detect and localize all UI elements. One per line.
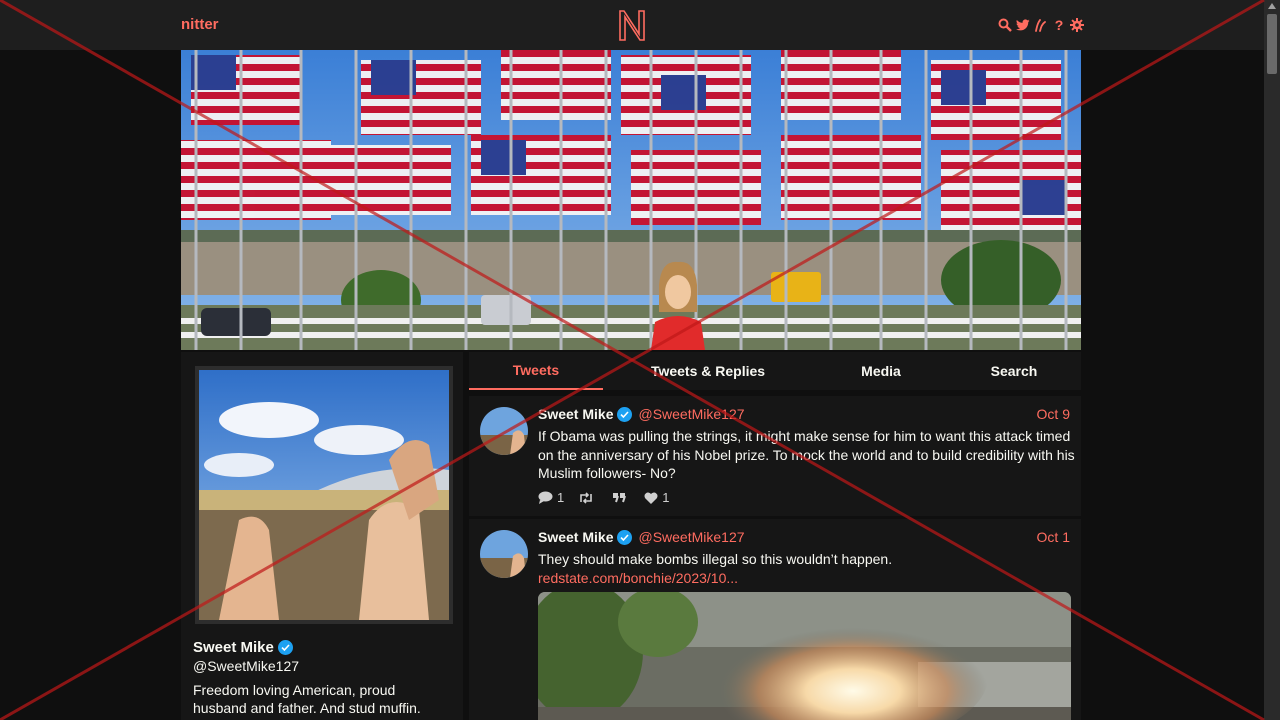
gear-icon[interactable]	[1070, 18, 1084, 32]
rss-icon[interactable]	[1034, 18, 1048, 32]
retweet-icon	[580, 491, 593, 504]
verified-icon	[617, 529, 633, 545]
tab-media[interactable]: Media	[841, 352, 921, 390]
like-stat[interactable]: 1	[644, 490, 669, 505]
scroll-thumb[interactable]	[1267, 14, 1277, 74]
nav-icons: ?	[998, 17, 1084, 33]
tweet-text-content: They should make bombs illegal so this w…	[538, 551, 893, 567]
tweet-author-handle[interactable]: @SweetMike127	[638, 529, 744, 545]
nitter-logo-icon[interactable]	[617, 8, 647, 42]
tweet-author-name[interactable]: Sweet Mike	[538, 406, 613, 422]
heart-icon	[644, 492, 658, 504]
tweet-date[interactable]: Oct 1	[1037, 529, 1070, 545]
tweet-item[interactable]: Sweet Mike @SweetMike127 Oct 9 If Obama …	[469, 396, 1081, 516]
tweet-author-handle[interactable]: @SweetMike127	[638, 406, 744, 422]
help-icon[interactable]: ?	[1052, 17, 1066, 33]
page-scrollbar[interactable]	[1264, 0, 1280, 720]
comment-icon	[538, 491, 553, 504]
verified-icon	[277, 640, 293, 655]
tweet-avatar[interactable]	[480, 530, 528, 578]
tweet-text: If Obama was pulling the strings, it mig…	[538, 428, 1075, 481]
profile-card: Sweet Mike @SweetMike127 Freedom loving …	[181, 352, 463, 720]
reply-stat[interactable]: 1	[538, 490, 564, 505]
tab-search[interactable]: Search	[974, 352, 1054, 390]
tweet-stats: 1 1	[538, 490, 669, 505]
retweet-stat[interactable]	[578, 491, 598, 504]
nitter-home-link[interactable]: nitter	[181, 16, 219, 33]
twitter-icon[interactable]	[1016, 18, 1030, 32]
quote-icon	[613, 493, 627, 503]
search-icon[interactable]	[998, 18, 1012, 32]
tweet-author-name[interactable]: Sweet Mike	[538, 529, 613, 545]
quote-stat[interactable]	[612, 492, 630, 503]
tab-tweets[interactable]: Tweets	[469, 352, 603, 390]
verified-icon	[617, 406, 633, 422]
profile-banner[interactable]	[181, 50, 1081, 350]
tweet-link[interactable]: redstate.com/bonchie/2023/10...	[538, 570, 738, 586]
tweet-video-thumbnail[interactable]	[538, 592, 1071, 720]
tweet-header: Sweet Mike @SweetMike127 Oct 1	[538, 528, 1070, 546]
timeline-tabs: Tweets Tweets & Replies Media Search	[469, 352, 1081, 390]
tweet-avatar[interactable]	[480, 407, 528, 455]
tweet-header: Sweet Mike @SweetMike127 Oct 9	[538, 405, 1070, 423]
profile-name-text: Sweet Mike	[193, 639, 274, 656]
tweet-date[interactable]: Oct 9	[1037, 406, 1070, 422]
profile-bio: Freedom loving American, proud husband a…	[193, 682, 421, 716]
tweet-item[interactable]: Sweet Mike @SweetMike127 Oct 1 They shou…	[469, 519, 1081, 720]
profile-handle[interactable]: @SweetMike127	[193, 658, 299, 674]
tab-tweets-replies[interactable]: Tweets & Replies	[635, 352, 781, 390]
profile-name[interactable]: Sweet Mike	[193, 639, 293, 656]
tweet-text: They should make bombs illegal so this w…	[538, 550, 1078, 587]
reply-count: 1	[557, 490, 565, 505]
like-count: 1	[662, 490, 670, 505]
navbar: nitter ?	[0, 0, 1264, 50]
profile-avatar[interactable]	[195, 366, 453, 624]
scroll-up-arrow-icon[interactable]	[1268, 3, 1276, 9]
